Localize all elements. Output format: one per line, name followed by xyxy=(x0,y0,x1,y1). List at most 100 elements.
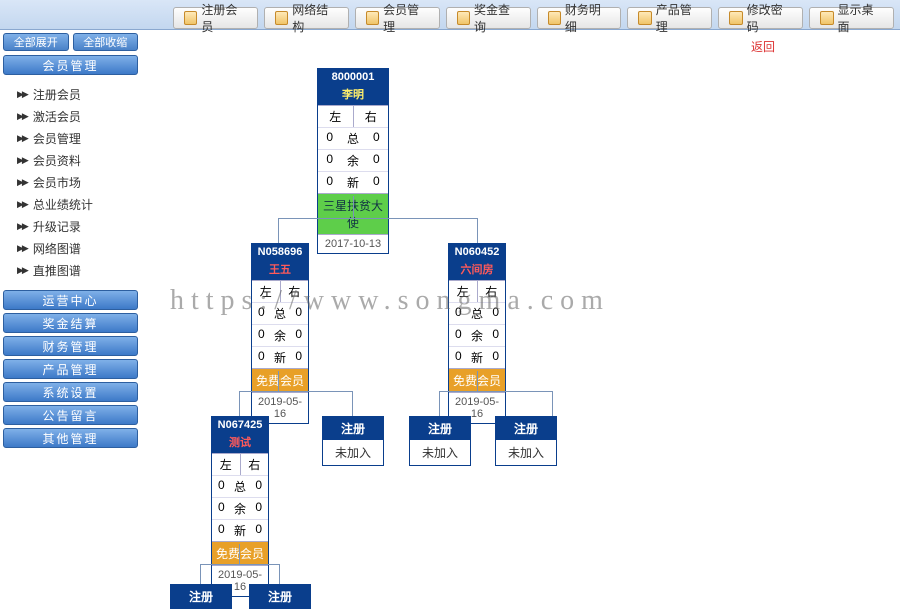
menu-label: 直推图谱 xyxy=(33,262,81,279)
collapse-all-button[interactable]: 全部收缩 xyxy=(73,33,139,51)
menu-label: 网络图谱 xyxy=(33,240,81,257)
cell: 0 xyxy=(449,347,468,368)
cell: 余 xyxy=(468,325,487,346)
arrow-icon: ▶▶ xyxy=(17,155,27,166)
top-btn-bonus[interactable]: 奖金查询 xyxy=(446,7,531,29)
menu-item-market[interactable]: ▶▶会员市场 xyxy=(17,171,138,193)
top-btn-network[interactable]: 网络结构 xyxy=(264,7,349,29)
menu-label: 注册会员 xyxy=(33,86,81,103)
menu-item-network[interactable]: ▶▶ 网络图谱 xyxy=(17,237,138,259)
cell: 余 xyxy=(231,498,250,519)
col-right: 右 xyxy=(478,281,506,302)
col-right: 右 xyxy=(354,106,389,127)
connector xyxy=(239,391,353,392)
cell: 0 xyxy=(252,325,271,346)
cell: 0 xyxy=(449,325,468,346)
menu-item-upgrade[interactable]: ▶▶ 升级记录 xyxy=(17,215,138,237)
doc-icon xyxy=(820,11,833,25)
top-btn-register[interactable]: 注册会员 xyxy=(173,7,258,29)
cell: 新 xyxy=(468,347,487,368)
register-slot[interactable]: 注册未加入 xyxy=(495,416,557,466)
cell: 0 xyxy=(212,520,231,541)
reg-status: 未加入 xyxy=(410,440,470,465)
cell: 0 xyxy=(212,476,231,497)
col-left: 左 xyxy=(318,106,354,127)
node-n1[interactable]: N058696 王五 左右 0总0 0余0 0新0 免费会员 2019-05-1… xyxy=(251,243,309,424)
node-n3[interactable]: N067425 测试 左右 0总0 0余0 0新0 免费会员 2019-05-1… xyxy=(211,416,269,597)
section-header-ops[interactable]: 运营中心 xyxy=(3,290,138,310)
menu-label: 会员资料 xyxy=(33,152,81,169)
top-label: 注册会员 xyxy=(201,1,247,35)
cell: 新 xyxy=(341,172,364,193)
menu-item-stats[interactable]: ▶▶ 总业绩统计 xyxy=(17,193,138,215)
top-btn-finance[interactable]: 财务明细 xyxy=(537,7,622,29)
node-date: 2017-10-13 xyxy=(318,234,388,253)
col-right: 右 xyxy=(241,454,269,475)
reg-label: 注册 xyxy=(496,417,556,440)
connector xyxy=(239,391,240,416)
menu-item-profile[interactable]: ▶▶ 会员资料 xyxy=(17,149,138,171)
arrow-icon: ▶▶ xyxy=(17,243,27,254)
register-slot[interactable]: 注册未加入 xyxy=(409,416,471,466)
menu-label: 升级记录 xyxy=(33,218,81,235)
top-btn-members[interactable]: 会员管理 xyxy=(355,7,440,29)
cell: 0 xyxy=(365,150,388,171)
cell: 0 xyxy=(289,325,308,346)
col-right: 右 xyxy=(281,281,309,302)
sidebar: 全部展开 全部收缩 会员管理 ▶▶注册会员 ▶▶激活会员 ▶▶会员管理 ▶▶会员… xyxy=(3,33,138,451)
arrow-icon: ▶▶ xyxy=(17,177,27,188)
menu-item-direct[interactable]: ▶▶直推图谱 xyxy=(17,259,138,281)
node-name: 李明 xyxy=(318,85,388,105)
arrow-icon: ▶▶ xyxy=(17,133,27,144)
top-buttons: 注册会员 网络结构 会员管理 奖金查询 财务明细 产品管理 修改密码 显示桌面 xyxy=(173,7,900,29)
expand-all-button[interactable]: 全部展开 xyxy=(3,33,69,51)
doc-icon xyxy=(275,11,288,25)
cell: 新 xyxy=(271,347,290,368)
menu-label: 总业绩统计 xyxy=(33,196,93,213)
menu2-other[interactable]: 其他管理 xyxy=(3,428,138,448)
reg-status: 未加入 xyxy=(496,440,556,465)
doc-icon xyxy=(548,11,561,25)
top-label: 财务明细 xyxy=(565,1,611,35)
connector xyxy=(200,564,280,565)
menu2-product[interactable]: 产品管理 xyxy=(3,359,138,379)
back-link[interactable]: 返回 xyxy=(751,38,775,55)
connector xyxy=(477,371,478,391)
cell: 0 xyxy=(318,128,341,149)
menu2-notice[interactable]: 公告留言 xyxy=(3,405,138,425)
cell: 0 xyxy=(486,303,505,324)
connector xyxy=(200,564,201,584)
top-btn-desktop[interactable]: 显示桌面 xyxy=(809,7,894,29)
register-slot[interactable]: 注册 xyxy=(170,584,232,609)
connector xyxy=(278,371,279,391)
cell: 总 xyxy=(468,303,487,324)
arrow-icon: ▶▶ xyxy=(17,221,27,232)
menu-item-activate[interactable]: ▶▶激活会员 xyxy=(17,105,138,127)
connector xyxy=(552,391,553,416)
menu-item-manage[interactable]: ▶▶会员管理 xyxy=(17,127,138,149)
connector xyxy=(439,391,440,416)
col-left: 左 xyxy=(252,281,281,302)
cell: 新 xyxy=(231,520,250,541)
menu2-system[interactable]: 系统设置 xyxy=(3,382,138,402)
menu2-bonus[interactable]: 奖金结算 xyxy=(3,313,138,333)
cell: 0 xyxy=(365,172,388,193)
register-slot[interactable]: 注册未加入 xyxy=(322,416,384,466)
top-btn-product[interactable]: 产品管理 xyxy=(627,7,712,29)
cell: 0 xyxy=(249,520,268,541)
node-n2[interactable]: N060452 六间房 左右 0总0 0余0 0新0 免费会员 2019-05-… xyxy=(448,243,506,424)
top-label: 会员管理 xyxy=(383,1,429,35)
menu-members: ▶▶注册会员 ▶▶激活会员 ▶▶会员管理 ▶▶会员资料 ▶▶会员市场 ▶▶总业绩… xyxy=(3,78,138,286)
section-header-members[interactable]: 会员管理 xyxy=(3,55,138,75)
top-btn-password[interactable]: 修改密码 xyxy=(718,7,803,29)
top-label: 显示桌面 xyxy=(838,1,884,35)
node-root[interactable]: 8000001 李明 左右 0总0 0余0 0新0 三星扶贫大使 2017-10… xyxy=(317,68,389,254)
reg-label: 注册 xyxy=(250,585,310,608)
connector xyxy=(439,391,553,392)
arrow-icon: ▶▶ xyxy=(17,199,27,210)
menu2-finance[interactable]: 财务管理 xyxy=(3,336,138,356)
connector xyxy=(477,218,478,243)
node-name: 测试 xyxy=(212,433,268,453)
menu-item-register[interactable]: ▶▶注册会员 xyxy=(17,83,138,105)
register-slot[interactable]: 注册 xyxy=(249,584,311,609)
